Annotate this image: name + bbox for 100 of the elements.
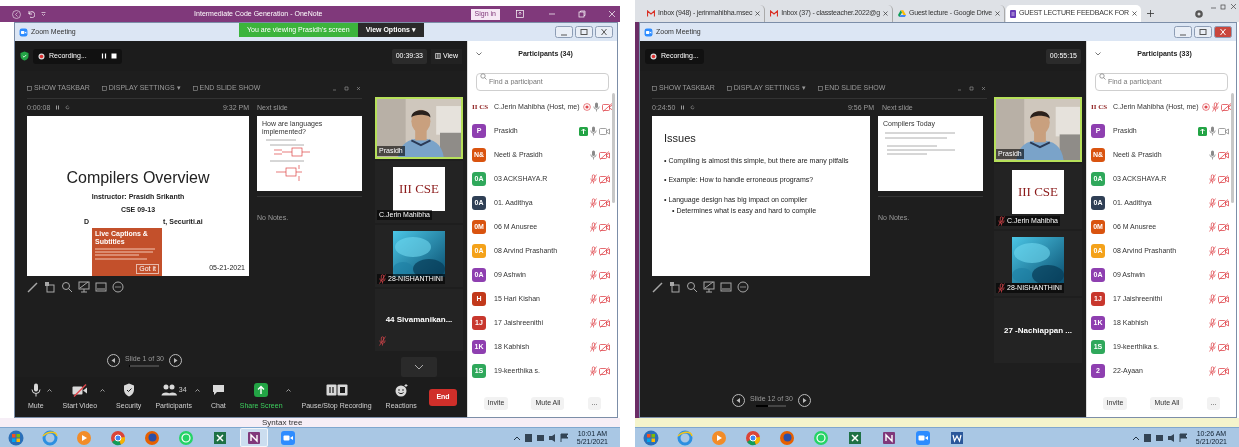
browser-icon [779, 429, 795, 446]
collapse-icon[interactable] [1095, 52, 1101, 56]
previous-slide-button[interactable] [732, 393, 745, 407]
pause-icon[interactable] [680, 105, 686, 111]
browser-icon [144, 429, 160, 446]
chevron-down-icon [414, 364, 424, 370]
play-icon [711, 429, 727, 446]
close-icon[interactable] [755, 11, 761, 16]
close-icon[interactable] [1214, 26, 1232, 38]
mail-icon [770, 10, 779, 17]
tile-name: 44 Sivamanikan... [385, 314, 453, 326]
document-icon [949, 429, 965, 446]
mail-icon [647, 10, 655, 17]
browser-icon [745, 429, 761, 446]
ribbon-icon[interactable] [516, 10, 524, 18]
browser-icon [110, 429, 126, 446]
start-orb-icon [8, 429, 24, 446]
caret-icon[interactable] [285, 387, 291, 392]
notebook-icon [881, 429, 897, 446]
menu-item-icon [652, 85, 657, 91]
close-icon[interactable] [595, 26, 613, 38]
play-icon [76, 429, 92, 446]
video-off-icon [71, 383, 88, 397]
start-orb-icon [643, 429, 659, 446]
subtitles-icon[interactable] [95, 281, 107, 293]
next-slide-button[interactable] [168, 353, 182, 367]
taskbar-button[interactable] [240, 428, 268, 447]
window-controls-drawing [332, 85, 362, 91]
pen-icon[interactable] [652, 281, 664, 293]
chat-app-icon [178, 429, 194, 446]
scrollbar[interactable] [612, 93, 615, 203]
monitor-icon[interactable] [78, 281, 90, 293]
caret-icon[interactable] [100, 387, 106, 392]
profile-icon[interactable] [1195, 10, 1203, 18]
video-camera-icon [19, 27, 28, 37]
menu-item-icon [726, 85, 732, 91]
tile-name: 27 -Nachiappan ... [1004, 324, 1072, 337]
shield-icon [122, 383, 135, 398]
record-icon [650, 52, 657, 60]
grid-icon [434, 53, 441, 59]
menu-item-icon [192, 85, 198, 91]
video-camera-icon [280, 429, 296, 446]
pen-icon[interactable] [27, 281, 39, 293]
maximize-icon[interactable] [575, 26, 593, 38]
tray-icons-drawing [1131, 432, 1190, 443]
restart-icon[interactable] [690, 105, 696, 111]
chat-icon [211, 384, 225, 397]
search-icon [480, 72, 487, 80]
close-icon[interactable] [1230, 3, 1237, 10]
globe-icon [42, 429, 58, 446]
tray-icons-drawing [512, 432, 571, 443]
monitor-icon[interactable] [703, 281, 715, 293]
globe-icon [677, 429, 693, 446]
video-camera-icon [915, 429, 931, 446]
drive-icon [897, 10, 906, 17]
close-icon[interactable] [1131, 11, 1137, 16]
text-lines-drawing [95, 248, 157, 260]
caret-icon[interactable] [194, 387, 200, 392]
search-icon[interactable] [61, 281, 73, 293]
restore-icon[interactable] [1220, 3, 1227, 10]
scrollbar[interactable] [1231, 93, 1234, 203]
image-text: III CSE [1017, 183, 1059, 202]
collapse-icon[interactable] [476, 52, 482, 56]
undo-icon[interactable] [27, 10, 35, 18]
back-icon[interactable] [12, 9, 21, 19]
smiley-icon [394, 383, 408, 397]
spreadsheet-icon [212, 429, 228, 446]
menu-item-icon [27, 85, 32, 91]
image-text: III CSE [398, 180, 440, 199]
caret-icon[interactable] [46, 387, 52, 392]
share-screen-icon [254, 383, 269, 398]
maximize-icon[interactable] [1194, 26, 1212, 38]
menu-item-icon [817, 85, 823, 91]
slide-title: Issues [664, 131, 697, 146]
more-icon[interactable] [112, 281, 124, 293]
slides-icon[interactable] [44, 281, 56, 293]
previous-slide-button[interactable] [107, 353, 120, 367]
video-camera-icon [644, 27, 653, 37]
menu-item-icon [101, 85, 107, 91]
record-icon [38, 52, 45, 60]
more-icon[interactable] [737, 281, 749, 293]
page-text: Syntax tree [262, 418, 303, 427]
restart-icon[interactable] [65, 105, 71, 111]
pause-stop-icon [325, 384, 348, 397]
close-icon[interactable] [995, 11, 1001, 16]
subtitles-icon[interactable] [720, 281, 732, 293]
people-icon [160, 384, 177, 397]
form-icon [1010, 9, 1017, 18]
chat-app-icon [813, 429, 829, 446]
window-controls-drawing [957, 85, 987, 91]
slides-icon[interactable] [669, 281, 681, 293]
search-icon[interactable] [686, 281, 698, 293]
next-slide-button[interactable] [797, 393, 811, 407]
pause-icon[interactable] [55, 105, 61, 111]
slide-title: Compilers Overview [66, 168, 210, 188]
close-icon[interactable] [882, 11, 888, 16]
microphone-icon [30, 383, 41, 398]
search-icon [1099, 72, 1106, 80]
plus-icon[interactable] [1146, 10, 1154, 17]
stop-icon[interactable] [110, 53, 117, 59]
